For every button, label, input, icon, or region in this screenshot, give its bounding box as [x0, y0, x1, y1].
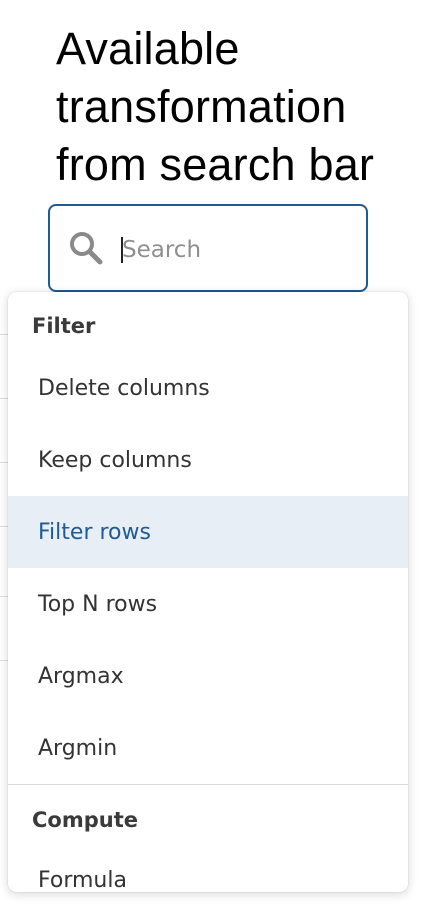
menu-item-formula[interactable]: Formula	[8, 844, 408, 893]
menu-item-delete-columns[interactable]: Delete columns	[8, 352, 408, 424]
search-input[interactable]	[120, 232, 350, 268]
menu-item-top-n-rows[interactable]: Top N rows	[8, 568, 408, 640]
transformation-dropdown: Filter Delete columns Keep columns Filte…	[8, 292, 408, 892]
menu-item-argmax[interactable]: Argmax	[8, 640, 408, 712]
menu-item-filter-rows[interactable]: Filter rows	[8, 496, 408, 568]
text-caret	[121, 237, 123, 263]
group-label-filter: Filter	[32, 314, 96, 338]
page-title: Available transformation from search bar	[56, 23, 375, 190]
menu-item-argmin[interactable]: Argmin	[8, 712, 408, 784]
group-divider	[8, 784, 408, 785]
search-icon	[70, 232, 103, 265]
group-label-compute: Compute	[32, 808, 138, 832]
search-box[interactable]	[48, 204, 368, 292]
menu-item-keep-columns[interactable]: Keep columns	[8, 424, 408, 496]
